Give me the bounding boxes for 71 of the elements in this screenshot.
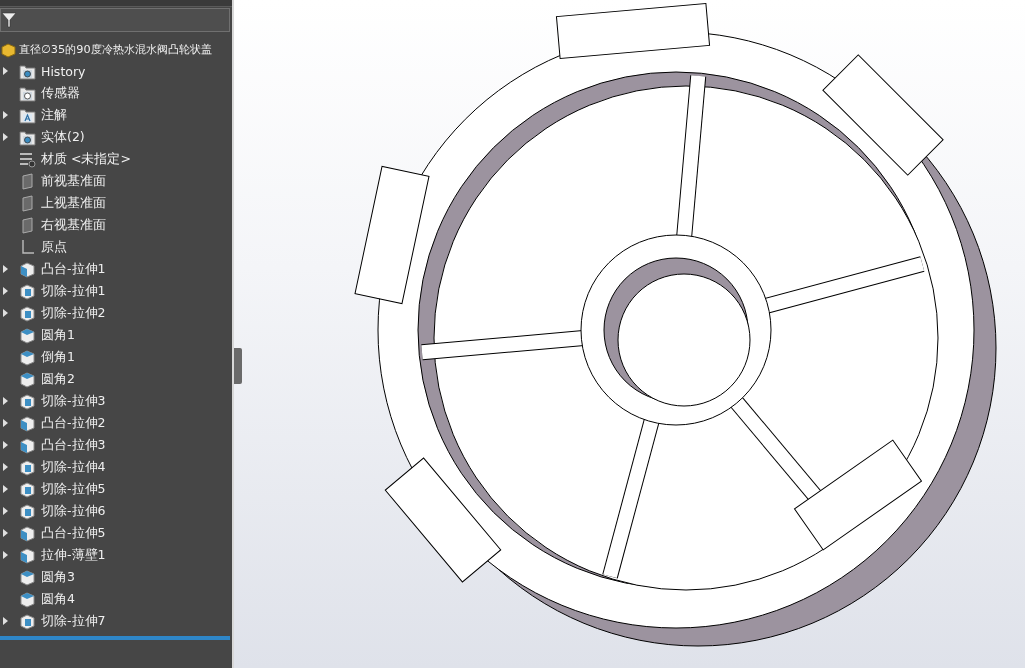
tree-item[interactable]: 圆角3 [41, 568, 75, 586]
tree-item[interactable]: 注解 [41, 106, 67, 124]
tree-item[interactable]: 材质 <未指定> [41, 150, 131, 168]
tree-item[interactable]: 切除-拉伸4 [41, 458, 106, 476]
expand-arrow-icon[interactable] [2, 265, 10, 273]
feature-icon [19, 348, 36, 366]
feature-icon [19, 568, 36, 586]
plane-icon [19, 194, 36, 212]
tree-item[interactable]: 切除-拉伸2 [41, 304, 106, 322]
tree-item[interactable]: 切除-拉伸5 [41, 480, 106, 498]
tree-item[interactable]: 原点 [41, 238, 67, 256]
tree-item[interactable]: History [41, 63, 86, 79]
part-name[interactable]: 直径∅35的90度冷热水混水阀凸轮状盖 [19, 41, 212, 57]
expand-arrow-icon[interactable] [2, 287, 10, 295]
tree-item[interactable]: 凸台-拉伸5 [41, 524, 106, 542]
expand-arrow-icon[interactable] [2, 419, 10, 427]
feature-icon [19, 370, 36, 388]
tree-item[interactable]: 凸台-拉伸3 [41, 436, 106, 454]
filter-icon[interactable] [1, 12, 17, 28]
tree-item[interactable]: 圆角4 [41, 590, 75, 608]
tree-item[interactable]: 拉伸-薄壁1 [41, 546, 106, 564]
tree-item[interactable]: 切除-拉伸1 [41, 282, 106, 300]
tree-item[interactable]: 倒角1 [41, 348, 75, 366]
feature-icon [19, 304, 36, 322]
folder-icon [19, 106, 36, 124]
feature-icon [19, 392, 36, 410]
plane-icon [19, 172, 36, 190]
feature-icon [19, 546, 36, 564]
expand-arrow-icon[interactable] [2, 529, 10, 537]
feature-icon [19, 524, 36, 542]
expand-arrow-icon[interactable] [2, 133, 10, 141]
tree-item[interactable]: 前视基准面 [41, 172, 106, 190]
expand-arrow-icon[interactable] [2, 67, 10, 75]
feature-icon [19, 260, 36, 278]
feature-icon [19, 502, 36, 520]
folder-icon [19, 84, 36, 102]
splitter-handle[interactable] [234, 348, 242, 384]
expand-arrow-icon[interactable] [2, 485, 10, 493]
plane-icon [19, 216, 36, 234]
list-icon [19, 150, 36, 168]
expand-arrow-icon[interactable] [2, 441, 10, 449]
tree-item[interactable]: 传感器 [41, 84, 80, 102]
origin-icon [19, 238, 36, 256]
expand-arrow-icon[interactable] [2, 111, 10, 119]
folder-icon [19, 62, 36, 80]
folder-icon [19, 128, 36, 146]
feature-icon [19, 326, 36, 344]
tree-item[interactable]: 圆角1 [41, 326, 75, 344]
expand-arrow-icon[interactable] [2, 551, 10, 559]
feature-icon [19, 458, 36, 476]
feature-icon [19, 282, 36, 300]
feature-icon [19, 436, 36, 454]
tree-item[interactable]: 右视基准面 [41, 216, 106, 234]
tree-item[interactable]: 切除-拉伸7 [41, 612, 106, 630]
tree-item[interactable]: 切除-拉伸3 [41, 392, 106, 410]
feature-icon [19, 480, 36, 498]
tree-item[interactable]: 凸台-拉伸2 [41, 414, 106, 432]
expand-arrow-icon[interactable] [2, 463, 10, 471]
tree-item[interactable]: 圆角2 [41, 370, 75, 388]
expand-arrow-icon[interactable] [2, 309, 10, 317]
tree-item[interactable]: 实体(2) [41, 128, 85, 146]
feature-icon [19, 612, 36, 630]
tree-item[interactable]: 切除-拉伸6 [41, 502, 106, 520]
feature-icon [19, 590, 36, 608]
expand-arrow-icon[interactable] [2, 507, 10, 515]
expand-arrow-icon[interactable] [2, 397, 10, 405]
tree-item[interactable]: 上视基准面 [41, 194, 106, 212]
expand-arrow-icon[interactable] [2, 617, 10, 625]
feature-icon [19, 414, 36, 432]
filter-field[interactable] [0, 8, 230, 32]
tree-item[interactable]: 凸台-拉伸1 [41, 260, 106, 278]
